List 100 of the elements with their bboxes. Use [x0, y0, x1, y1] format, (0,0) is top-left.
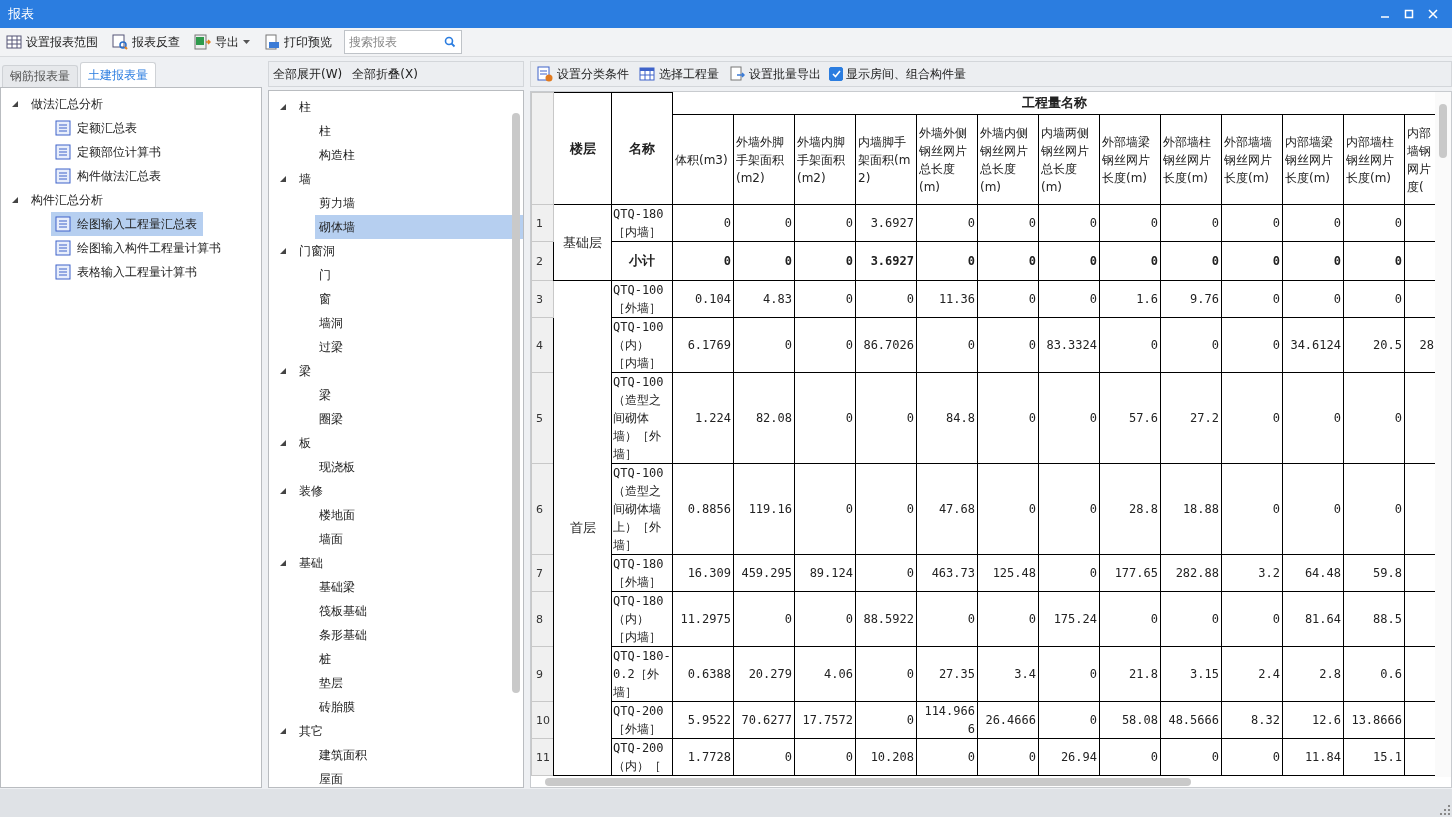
report-item[interactable]: 表格输入工程量计算书 — [51, 260, 203, 284]
table-cell: 3.15 — [1160, 646, 1222, 702]
toolbar-button[interactable]: 选择工程量 — [637, 63, 721, 85]
component-item[interactable]: 屋面 — [315, 767, 523, 787]
toolbar-button[interactable]: 报表反查 — [110, 31, 182, 53]
table-cell: 0 — [1099, 317, 1161, 373]
component-item[interactable]: 过梁 — [315, 335, 523, 359]
report-item[interactable]: 绘图输入构件工程量计算书 — [51, 236, 227, 260]
table-cell: 0 — [1038, 463, 1100, 555]
table-cell: 0 — [733, 591, 795, 647]
component-item[interactable]: 墙面 — [315, 527, 523, 551]
component-item[interactable]: 砌体墙 — [315, 215, 523, 239]
horizontal-scrollbar-thumb[interactable] — [545, 778, 1191, 786]
report-item[interactable]: 定额部位计算书 — [51, 140, 167, 164]
tree-group-label[interactable]: 装修 — [299, 482, 323, 500]
component-item[interactable]: 条形基础 — [315, 623, 523, 647]
tree-group-label[interactable]: 柱 — [299, 98, 311, 116]
component-item[interactable]: 构造柱 — [315, 143, 523, 167]
tree-group-label[interactable]: 梁 — [299, 362, 311, 380]
maximize-icon[interactable] — [1404, 9, 1414, 19]
table-cell: 175.24 — [1038, 591, 1100, 647]
tree-group-label[interactable]: 构件汇总分析 — [31, 191, 103, 209]
tree-group-label[interactable]: 门窗洞 — [299, 242, 335, 260]
component-item[interactable]: 筏板基础 — [315, 599, 523, 623]
table-cell: 0 — [794, 204, 856, 242]
table-cell: 5.9522 — [672, 701, 734, 739]
tab[interactable]: 钢筋报表量 — [2, 65, 78, 87]
component-item[interactable]: 墙洞 — [315, 311, 523, 335]
expanded-caret-icon[interactable] — [279, 175, 287, 183]
expanded-caret-icon[interactable] — [279, 439, 287, 447]
row-number: 10 — [531, 701, 554, 739]
component-item[interactable]: 砖胎膜 — [315, 695, 523, 719]
expanded-caret-icon[interactable] — [11, 196, 19, 204]
component-item[interactable]: 基础梁 — [315, 575, 523, 599]
column-header: 外部墙墙钢丝网片长度(m) — [1221, 114, 1283, 205]
tree-group-label[interactable]: 板 — [299, 434, 311, 452]
resize-grip-icon[interactable] — [1440, 805, 1450, 815]
name-cell: QTQ-100（造型之间砌体墙）［外墙］ — [611, 372, 673, 464]
export-dropdown[interactable]: 导出 — [192, 31, 252, 53]
close-icon[interactable] — [1428, 9, 1438, 19]
component-item[interactable]: 圈梁 — [315, 407, 523, 431]
report-item[interactable]: 构件做法汇总表 — [51, 164, 167, 188]
table-cell: 0 — [1099, 738, 1161, 776]
report-icon — [55, 168, 71, 184]
toolbar-button[interactable]: 设置分类条件 — [535, 63, 631, 85]
column-header: 外墙外侧钢丝网片总长度(m) — [916, 114, 978, 205]
table-cell: 0 — [794, 463, 856, 555]
table-cell: 18.88 — [1160, 463, 1222, 555]
component-item[interactable]: 窗 — [315, 287, 523, 311]
component-item[interactable]: 桩 — [315, 647, 523, 671]
table-cell: 58.08 — [1099, 701, 1161, 739]
component-item[interactable]: 梁 — [315, 383, 523, 407]
component-item[interactable]: 垫层 — [315, 671, 523, 695]
table-cell: 59.8 — [1343, 554, 1405, 592]
expanded-caret-icon[interactable] — [279, 727, 287, 735]
expanded-caret-icon[interactable] — [279, 559, 287, 567]
table-cell: 27.2 — [1160, 372, 1222, 464]
table-cell: 57.6 — [1099, 372, 1161, 464]
search-field[interactable]: 搜索报表 — [344, 30, 462, 54]
table-cell: 0 — [1282, 463, 1344, 555]
room-component-checkbox[interactable]: 显示房间、组合构件量 — [829, 65, 966, 83]
tree-group-label[interactable]: 做法汇总分析 — [31, 95, 103, 113]
vertical-scrollbar[interactable] — [1435, 92, 1451, 777]
toolbar-button[interactable]: 设置报表范围 — [4, 31, 100, 53]
tree-group-label[interactable]: 基础 — [299, 554, 323, 572]
component-item[interactable]: 楼地面 — [315, 503, 523, 527]
tree-group-label[interactable]: 其它 — [299, 722, 323, 740]
component-item[interactable]: 门 — [315, 263, 523, 287]
expanded-caret-icon[interactable] — [11, 100, 19, 108]
table-cell: 0 — [1099, 241, 1161, 281]
tree-action-button[interactable]: 全部折叠(X) — [352, 65, 418, 83]
component-item[interactable]: 建筑面积 — [315, 743, 523, 767]
tab[interactable]: 土建报表量 — [80, 62, 156, 87]
name-cell: QTQ-100（内）［内墙］ — [611, 317, 673, 373]
table-cell: 0 — [1038, 280, 1100, 318]
component-item[interactable]: 柱 — [315, 119, 523, 143]
table-cell: 15.1 — [1343, 738, 1405, 776]
expanded-caret-icon[interactable] — [279, 103, 287, 111]
table-cell: 0 — [1038, 372, 1100, 464]
table-cell: 82.08 — [733, 372, 795, 464]
expanded-caret-icon[interactable] — [279, 487, 287, 495]
scrollbar-thumb[interactable] — [512, 113, 520, 693]
table-cell: 11.2975 — [672, 591, 734, 647]
tree-action-button[interactable]: 全部展开(W) — [273, 65, 343, 83]
table-cell: 177.65 — [1099, 554, 1161, 592]
component-item[interactable]: 现浇板 — [315, 455, 523, 479]
toolbar-button[interactable]: 设置批量导出 — [727, 63, 823, 85]
table-cell: 0 — [1221, 280, 1283, 318]
tree-group-label[interactable]: 墙 — [299, 170, 311, 188]
name-cell: QTQ-180［内墙］ — [611, 204, 673, 242]
component-item[interactable]: 剪力墙 — [315, 191, 523, 215]
toolbar-button[interactable]: 打印预览 — [262, 31, 334, 53]
report-item[interactable]: 绘图输入工程量汇总表 — [51, 212, 203, 236]
expanded-caret-icon[interactable] — [279, 367, 287, 375]
table-cell: 0 — [794, 372, 856, 464]
expanded-caret-icon[interactable] — [279, 247, 287, 255]
row-number: 2 — [531, 241, 554, 281]
document-export-icon — [729, 66, 745, 82]
table-cell: 0 — [1038, 646, 1100, 702]
report-item[interactable]: 定额汇总表 — [51, 116, 143, 140]
